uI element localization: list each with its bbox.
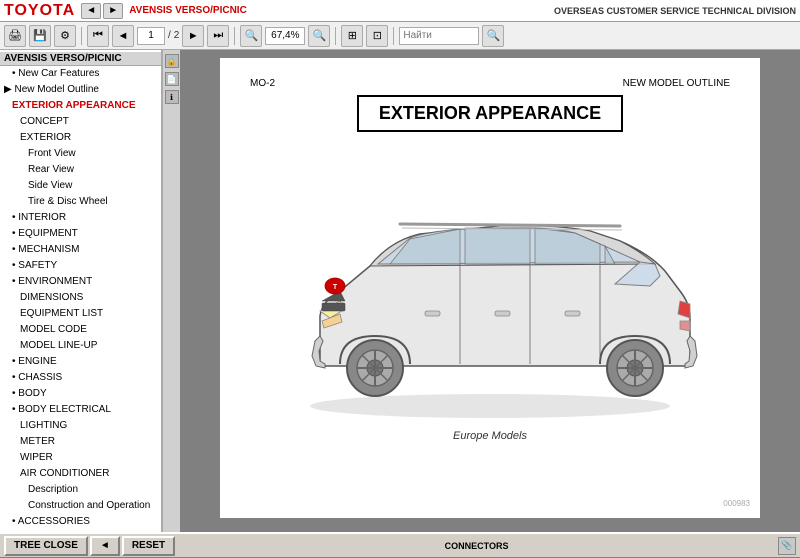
tree-item-17[interactable]: MODEL LINE-UP	[0, 338, 161, 354]
bottom-right-icons: 📎	[778, 537, 796, 555]
toolbar-separator-2	[234, 27, 235, 45]
settings-button[interactable]: ⚙	[54, 25, 76, 47]
fit-button[interactable]: ⊞	[341, 25, 363, 47]
tree-item-6[interactable]: Rear View	[0, 162, 161, 178]
main-area: AVENSIS VERSO/PICNIC • New Car Features▶…	[0, 50, 800, 532]
document-page: MO-2 NEW MODEL OUTLINE EXTERIOR APPEARAN…	[220, 58, 760, 518]
back-button[interactable]: ◄	[90, 536, 120, 556]
header: TOYOTA ◄ ► AVENSIS VERSO/PICNIC OVERSEAS…	[0, 0, 800, 22]
toyota-logo: TOYOTA	[4, 2, 75, 20]
car-illustration: T	[260, 146, 720, 426]
header-left: TOYOTA ◄ ► AVENSIS VERSO/PICNIC	[4, 2, 247, 20]
tree-item-14[interactable]: DIMENSIONS	[0, 290, 161, 306]
tree-item-22[interactable]: LIGHTING	[0, 418, 161, 434]
tree-item-13[interactable]: • ENVIRONMENT	[0, 274, 161, 290]
tree-item-2[interactable]: EXTERIOR APPEARANCE	[0, 98, 161, 114]
tree-item-1[interactable]: ▶ New Model Outline	[0, 82, 161, 98]
doc-title: EXTERIOR APPEARANCE	[357, 95, 623, 132]
nav-arrows: ◄ ►	[81, 3, 123, 19]
tree-item-20[interactable]: • BODY	[0, 386, 161, 402]
sidebar-title: AVENSIS VERSO/PICNIC	[0, 52, 161, 66]
tree-item-26[interactable]: Description	[0, 482, 161, 498]
lock-icon[interactable]: 🔒	[165, 54, 179, 68]
fullpage-button[interactable]: ⊡	[366, 25, 388, 47]
tree-item-4[interactable]: EXTERIOR	[0, 130, 161, 146]
tree-item-3[interactable]: CONCEPT	[0, 114, 161, 130]
tree-item-23[interactable]: METER	[0, 434, 161, 450]
tree-item-29[interactable]: • APPENDIX	[0, 530, 161, 532]
toolbar: 🖨 💾 ⚙ ⏮ ◄ / 2 ► ⏭ 🔍 🔍 ⊞ ⊡ 🔍	[0, 22, 800, 50]
zoom-in-button[interactable]: 🔍	[308, 25, 330, 47]
tree-item-25[interactable]: AIR CONDITIONER	[0, 466, 161, 482]
paperclip-icon[interactable]: 📎	[778, 537, 796, 555]
page-total: 2	[174, 30, 180, 41]
doc-title-wrapper: EXTERIOR APPEARANCE	[250, 91, 730, 136]
division-label: OVERSEAS CUSTOMER SERVICE TECHNICAL DIVI…	[554, 6, 796, 16]
nav-last-button[interactable]: ⏭	[207, 25, 229, 47]
tree-item-27[interactable]: Construction and Operation	[0, 498, 161, 514]
tree-item-18[interactable]: • ENGINE	[0, 354, 161, 370]
page-icon[interactable]: 📄	[165, 72, 179, 86]
reset-button[interactable]: RESET	[122, 536, 175, 556]
tree-item-8[interactable]: Tire & Disc Wheel	[0, 194, 161, 210]
tree-item-24[interactable]: WIPER	[0, 450, 161, 466]
tree-item-28[interactable]: • ACCESSORIES	[0, 514, 161, 530]
search-input[interactable]	[399, 27, 479, 45]
nav-next-button[interactable]: ►	[182, 25, 204, 47]
page-separator: /	[168, 30, 171, 41]
info-icon[interactable]: ℹ	[165, 90, 179, 104]
page-input[interactable]	[137, 27, 165, 45]
tree-item-0[interactable]: • New Car Features	[0, 66, 161, 82]
tree-item-5[interactable]: Front View	[0, 146, 161, 162]
save-button[interactable]: 💾	[29, 25, 51, 47]
tree-item-12[interactable]: • SAFETY	[0, 258, 161, 274]
tree-item-15[interactable]: EQUIPMENT LIST	[0, 306, 161, 322]
nav-forward-button[interactable]: ►	[103, 3, 123, 19]
bottombar: TREE CLOSE ◄ RESET CONNECTORS 📎	[0, 532, 800, 558]
doc-img-num: 000983	[723, 499, 750, 508]
tree-item-21[interactable]: • BODY ELECTRICAL	[0, 402, 161, 418]
zoom-input[interactable]	[265, 27, 305, 45]
doc-caption: Europe Models	[250, 430, 730, 442]
tree-item-19[interactable]: • CHASSIS	[0, 370, 161, 386]
app-subtitle: AVENSIS VERSO/PICNIC	[129, 5, 247, 16]
nav-back-button[interactable]: ◄	[81, 3, 101, 19]
sidebar: AVENSIS VERSO/PICNIC • New Car Features▶…	[0, 50, 162, 532]
doc-outline-label: NEW MODEL OUTLINE	[623, 78, 730, 89]
doc-mo-label: MO-2	[250, 78, 275, 89]
print-button[interactable]: 🖨	[4, 25, 26, 47]
tree-item-7[interactable]: Side View	[0, 178, 161, 194]
toolbar-separator-1	[81, 27, 82, 45]
right-icons-panel: 🔒 📄 ℹ	[162, 50, 180, 532]
tree-item-10[interactable]: • EQUIPMENT	[0, 226, 161, 242]
tree-item-11[interactable]: • MECHANISM	[0, 242, 161, 258]
tree-item-16[interactable]: MODEL CODE	[0, 322, 161, 338]
tree-container: • New Car Features▶ New Model OutlineEXT…	[0, 66, 161, 532]
tree-item-9[interactable]: • INTERIOR	[0, 210, 161, 226]
toolbar-separator-3	[335, 27, 336, 45]
bottom-left: TREE CLOSE ◄ RESET	[4, 536, 175, 556]
connectors-label: CONNECTORS	[441, 541, 513, 551]
tree-close-button[interactable]: TREE CLOSE	[4, 536, 88, 556]
document-content[interactable]: MO-2 NEW MODEL OUTLINE EXTERIOR APPEARAN…	[180, 50, 800, 532]
zoom-out-button[interactable]: 🔍	[240, 25, 262, 47]
toolbar-separator-4	[393, 27, 394, 45]
svg-text:T: T	[333, 284, 338, 291]
nav-prev-button[interactable]: ◄	[112, 25, 134, 47]
search-button[interactable]: 🔍	[482, 25, 504, 47]
nav-first-button[interactable]: ⏮	[87, 25, 109, 47]
